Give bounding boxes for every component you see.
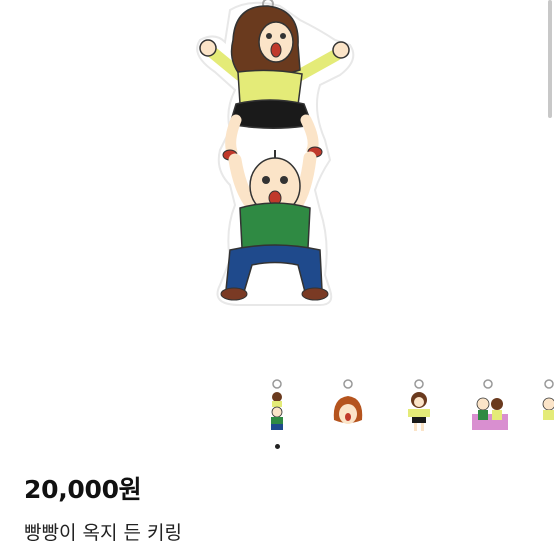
keyring-illustration [196,0,355,306]
thumbnail-face-keyring[interactable] [324,370,372,440]
girl-keyring-icon [408,379,430,431]
thumbnail-stacked-keyring[interactable] [253,370,301,440]
face-keyring-icon [333,379,363,424]
thumbnail-girl-keyring[interactable] [395,370,443,440]
thumbnail-bench-keyring[interactable] [466,370,514,440]
thumbnail-strip [0,370,554,440]
bench-keyring-icon [472,379,508,430]
product-price: 20,000원 [24,475,142,504]
partial-keyring-icon [542,379,554,420]
product-title: 빵빵이 옥지 든 키링 [24,522,182,544]
product-image[interactable] [0,0,554,360]
stacked-keyring-icon [271,379,283,430]
pagination-dot [275,444,280,449]
scrollbar[interactable] [548,0,552,118]
thumbnail-partial-keyring[interactable] [537,370,554,440]
